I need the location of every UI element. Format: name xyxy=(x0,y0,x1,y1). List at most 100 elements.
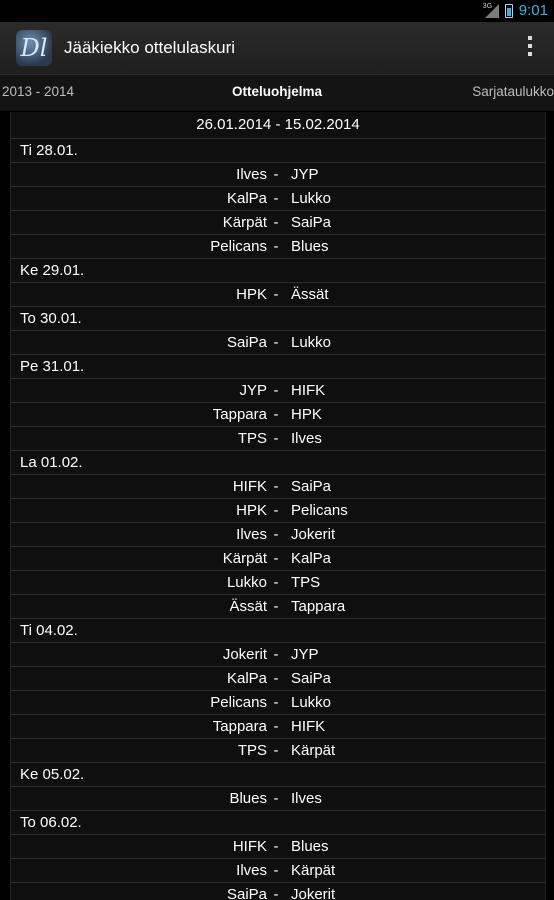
away-team: Pelicans xyxy=(291,502,348,519)
match-row[interactable]: Ilves - Jokerit xyxy=(11,523,545,547)
tab-standings[interactable]: Sarjataulukko xyxy=(472,84,554,99)
away-team: Ässät xyxy=(291,286,329,303)
clock: 9:01 xyxy=(518,2,548,19)
match-row[interactable]: Ilves - JYP xyxy=(11,163,545,187)
tab-schedule[interactable]: Otteluohjelma xyxy=(0,84,554,99)
match-separator: - xyxy=(273,238,279,255)
match-row[interactable]: Ilves - Kärpät xyxy=(11,859,545,883)
away-team: Kärpät xyxy=(291,742,336,759)
match-row[interactable]: Tappara - HIFK xyxy=(11,715,545,739)
match-separator: - xyxy=(273,406,279,423)
away-team: SaiPa xyxy=(291,478,332,495)
tab-strip: 2013 - 2014 Otteluohjelma Sarjataulukko xyxy=(0,74,554,111)
match-separator: - xyxy=(273,886,279,900)
home-team: TPS xyxy=(237,742,267,759)
match-row[interactable]: HPK - Pelicans xyxy=(11,499,545,523)
away-team: Tappara xyxy=(291,598,346,615)
overflow-menu-icon[interactable] xyxy=(528,36,532,56)
schedule-rows: Ti 28.01. Ilves - JYP KalPa - Lukko Kärpät - SaiP… xyxy=(11,139,545,900)
match-row[interactable]: Lukko - TPS xyxy=(11,571,545,595)
home-team: HIFK xyxy=(232,838,267,855)
home-team: TPS xyxy=(237,430,267,447)
home-team: Pelicans xyxy=(210,694,267,711)
away-team: Jokerit xyxy=(291,526,336,543)
match-separator: - xyxy=(273,526,279,543)
match-separator: - xyxy=(273,214,279,231)
away-team: Kärpät xyxy=(291,862,336,879)
match-separator: - xyxy=(273,334,279,351)
match-separator: - xyxy=(273,502,279,519)
home-team: Ilves xyxy=(236,526,267,543)
match-row[interactable]: TPS - Kärpät xyxy=(11,739,545,763)
match-separator: - xyxy=(273,550,279,567)
away-team: SaiPa xyxy=(291,670,332,687)
status-bar: 3G 9:01 xyxy=(0,0,554,22)
match-row[interactable]: Pelicans - Blues xyxy=(11,235,545,259)
match-row[interactable]: Kärpät - SaiPa xyxy=(11,211,545,235)
match-row[interactable]: KalPa - Lukko xyxy=(11,187,545,211)
match-separator: - xyxy=(273,166,279,183)
day-header: To 06.02. xyxy=(11,811,545,835)
match-row[interactable]: SaiPa - Jokerit xyxy=(11,883,545,900)
home-team: SaiPa xyxy=(226,886,267,900)
home-team: Ässät xyxy=(229,598,267,615)
match-row[interactable]: Jokerit - JYP xyxy=(11,643,545,667)
away-team: Blues xyxy=(291,238,329,255)
away-team: HPK xyxy=(291,406,322,423)
home-team: Kärpät xyxy=(222,550,267,567)
match-row[interactable]: KalPa - SaiPa xyxy=(11,667,545,691)
match-row[interactable]: SaiPa - Lukko xyxy=(11,331,545,355)
away-team: SaiPa xyxy=(291,214,332,231)
match-separator: - xyxy=(273,574,279,591)
home-team: Ilves xyxy=(236,166,267,183)
match-separator: - xyxy=(273,646,279,663)
day-header: Pe 31.01. xyxy=(11,355,545,379)
home-team: Pelicans xyxy=(210,238,267,255)
action-bar: Dl Jääkiekko ottelulaskuri xyxy=(0,22,554,74)
day-header: La 01.02. xyxy=(11,451,545,475)
away-team: JYP xyxy=(291,166,319,183)
away-team: HIFK xyxy=(291,382,326,399)
away-team: Lukko xyxy=(291,190,332,207)
match-row[interactable]: Blues - Ilves xyxy=(11,787,545,811)
signal-icon: 3G xyxy=(483,3,499,19)
away-team: TPS xyxy=(291,574,321,591)
app-title: Jääkiekko ottelulaskuri xyxy=(64,38,236,57)
app-logo-icon[interactable]: Dl xyxy=(16,30,52,66)
away-team: Ilves xyxy=(291,430,322,447)
match-row[interactable]: HIFK - SaiPa xyxy=(11,475,545,499)
match-row[interactable]: Ässät - Tappara xyxy=(11,595,545,619)
day-header: Ti 04.02. xyxy=(11,619,545,643)
match-separator: - xyxy=(273,190,279,207)
away-team: KalPa xyxy=(291,550,332,567)
match-separator: - xyxy=(273,430,279,447)
away-team: Ilves xyxy=(291,790,322,807)
home-team: Tappara xyxy=(212,406,267,423)
match-row[interactable]: Kärpät - KalPa xyxy=(11,547,545,571)
match-separator: - xyxy=(273,670,279,687)
day-header: Ti 28.01. xyxy=(11,139,545,163)
home-team: SaiPa xyxy=(226,334,267,351)
match-row[interactable]: HPK - Ässät xyxy=(11,283,545,307)
home-team: KalPa xyxy=(226,190,267,207)
away-team: JYP xyxy=(291,646,319,663)
home-team: Tappara xyxy=(212,718,267,735)
match-row[interactable]: HIFK - Blues xyxy=(11,835,545,859)
home-team: HIFK xyxy=(232,478,267,495)
match-separator: - xyxy=(273,838,279,855)
schedule-list[interactable]: 26.01.2014 - 15.02.2014 Ti 28.01. Ilves - J… xyxy=(10,112,546,900)
home-team: HPK xyxy=(236,286,267,303)
home-team: JYP xyxy=(239,382,267,399)
day-header: To 30.01. xyxy=(11,307,545,331)
away-team: Lukko xyxy=(291,694,332,711)
home-team: KalPa xyxy=(226,670,267,687)
match-row[interactable]: TPS - Ilves xyxy=(11,427,545,451)
match-row[interactable]: JYP - HIFK xyxy=(11,379,545,403)
home-team: Jokerit xyxy=(222,646,267,663)
match-row[interactable]: Pelicans - Lukko xyxy=(11,691,545,715)
home-team: Lukko xyxy=(226,574,267,591)
match-separator: - xyxy=(273,790,279,807)
battery-icon xyxy=(504,3,513,18)
match-row[interactable]: Tappara - HPK xyxy=(11,403,545,427)
home-team: HPK xyxy=(236,502,267,519)
